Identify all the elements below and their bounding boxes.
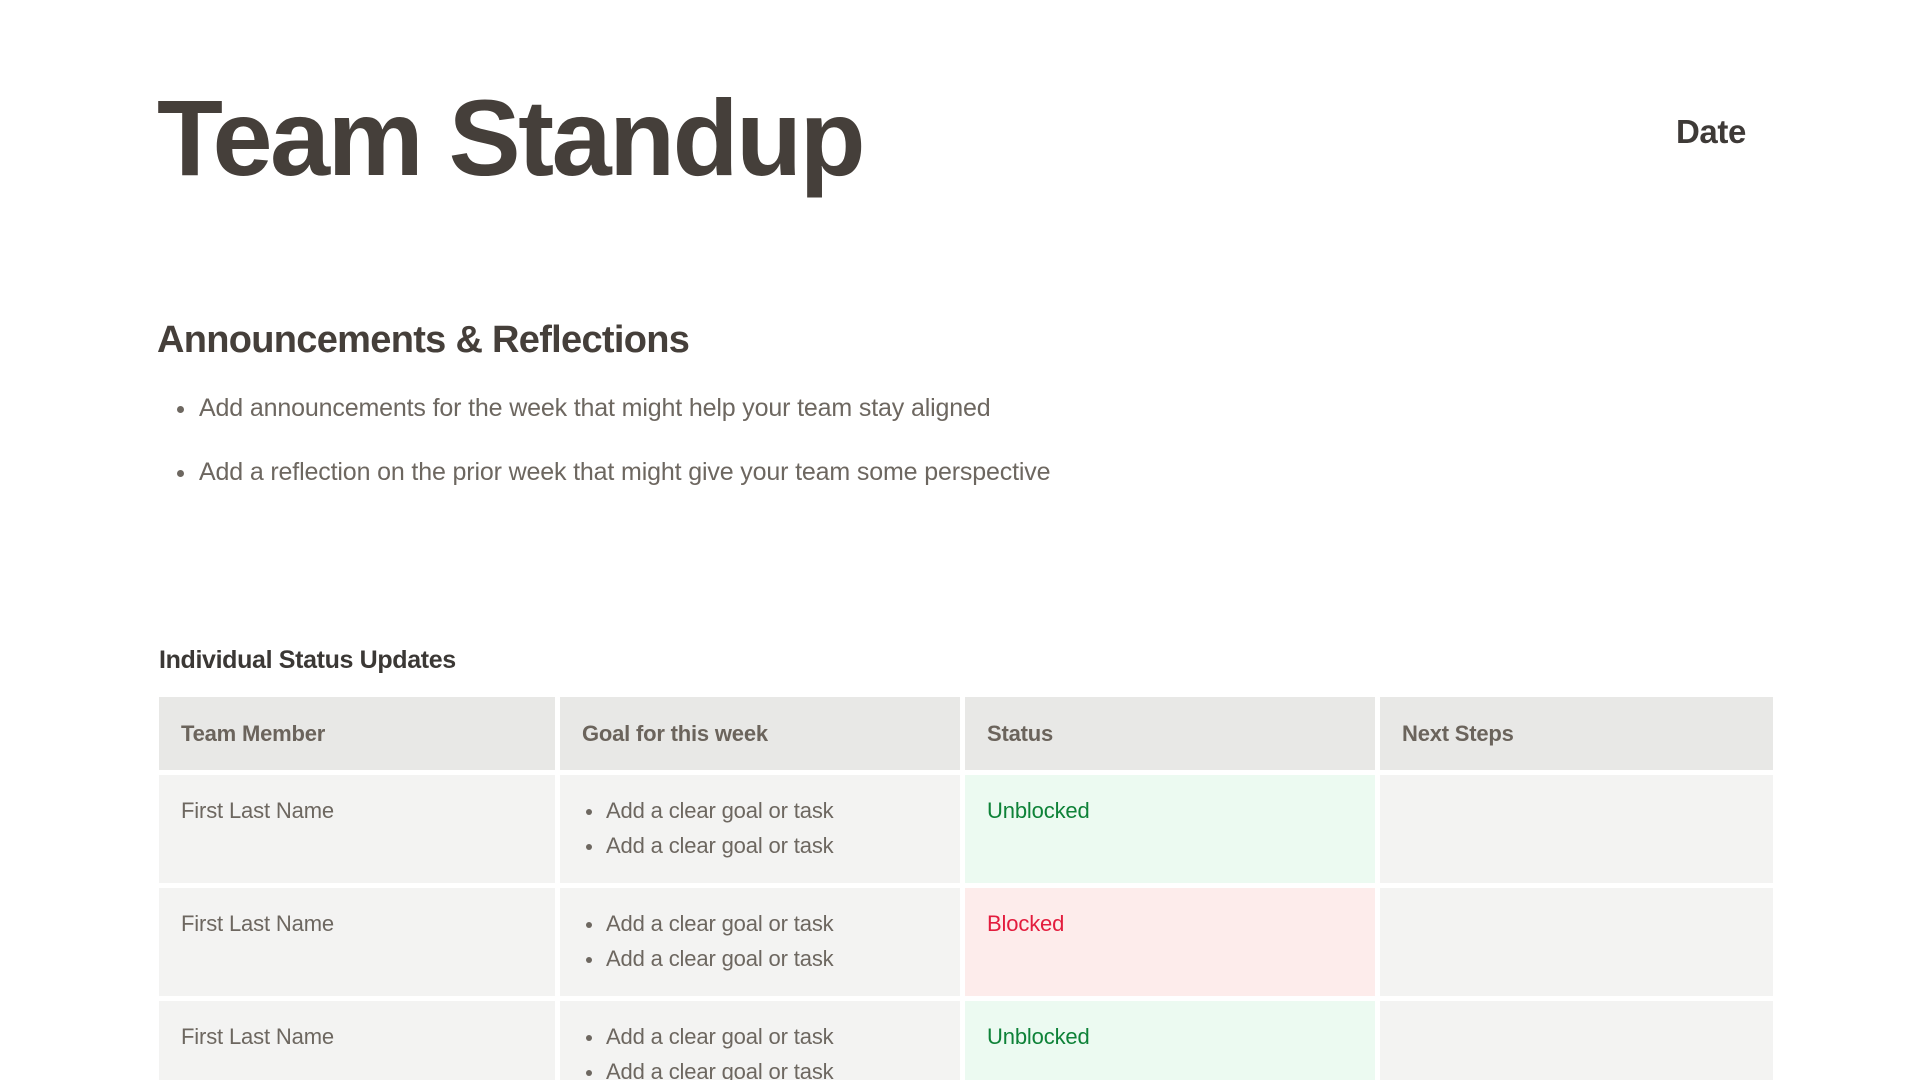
date-label[interactable]: Date <box>1676 113 1746 151</box>
table-body: First Last Name Add a clear goal or task… <box>159 775 1773 1080</box>
individual-status-updates-section: Individual Status Updates Team Member Go… <box>159 646 1773 1080</box>
table-row: First Last Name Add a clear goal or task… <box>159 775 1773 883</box>
column-header-goal[interactable]: Goal for this week <box>560 697 960 770</box>
status-badge[interactable]: Unblocked <box>965 1001 1375 1080</box>
page-title: Team Standup <box>157 77 866 198</box>
cell-goal[interactable]: Add a clear goal or task Add a clear goa… <box>560 1001 960 1080</box>
cell-goal[interactable]: Add a clear goal or task Add a clear goa… <box>560 888 960 996</box>
goal-item[interactable]: Add a clear goal or task <box>582 911 938 937</box>
goal-list: Add a clear goal or task Add a clear goa… <box>582 1024 938 1080</box>
announcements-section: Announcements & Reflections Add announce… <box>157 318 1777 490</box>
status-updates-table: Team Member Goal for this week Status Ne… <box>154 692 1778 1080</box>
goal-item[interactable]: Add a clear goal or task <box>582 1059 938 1080</box>
cell-next-steps[interactable] <box>1380 1001 1773 1080</box>
goal-item[interactable]: Add a clear goal or task <box>582 1024 938 1050</box>
table-header-row: Team Member Goal for this week Status Ne… <box>159 697 1773 770</box>
cell-next-steps[interactable] <box>1380 775 1773 883</box>
document-header: Team Standup Date <box>0 0 1920 260</box>
cell-team-member[interactable]: First Last Name <box>159 1001 555 1080</box>
column-header-team-member[interactable]: Team Member <box>159 697 555 770</box>
announcements-heading: Announcements & Reflections <box>157 319 690 361</box>
table-row: First Last Name Add a clear goal or task… <box>159 888 1773 996</box>
cell-team-member[interactable]: First Last Name <box>159 775 555 883</box>
list-item[interactable]: Add a reflection on the prior week that … <box>157 456 1777 490</box>
column-header-next-steps[interactable]: Next Steps <box>1380 697 1773 770</box>
table-header: Team Member Goal for this week Status Ne… <box>159 697 1773 770</box>
status-badge[interactable]: Unblocked <box>965 775 1375 883</box>
cell-goal[interactable]: Add a clear goal or task Add a clear goa… <box>560 775 960 883</box>
status-badge[interactable]: Blocked <box>965 888 1375 996</box>
goal-item[interactable]: Add a clear goal or task <box>582 798 938 824</box>
goal-item[interactable]: Add a clear goal or task <box>582 946 938 972</box>
standup-document-page: Team Standup Date Announcements & Reflec… <box>0 0 1920 1080</box>
table-row: First Last Name Add a clear goal or task… <box>159 1001 1773 1080</box>
cell-next-steps[interactable] <box>1380 888 1773 996</box>
cell-team-member[interactable]: First Last Name <box>159 888 555 996</box>
column-header-status[interactable]: Status <box>965 697 1375 770</box>
goal-list: Add a clear goal or task Add a clear goa… <box>582 911 938 973</box>
list-item[interactable]: Add announcements for the week that migh… <box>157 392 1777 426</box>
status-table-heading: Individual Status Updates <box>159 646 456 674</box>
goal-item[interactable]: Add a clear goal or task <box>582 833 938 859</box>
announcements-bullet-list: Add announcements for the week that migh… <box>157 392 1777 491</box>
goal-list: Add a clear goal or task Add a clear goa… <box>582 798 938 860</box>
